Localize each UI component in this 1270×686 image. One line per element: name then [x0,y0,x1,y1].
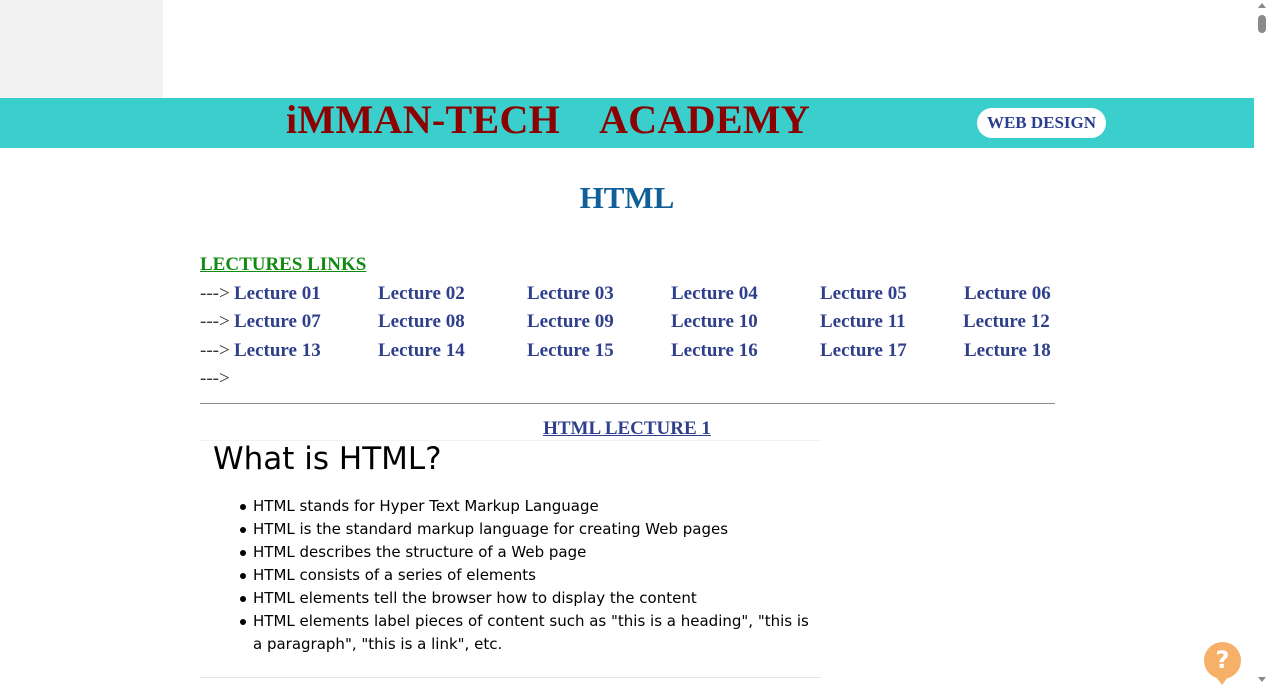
lecture-13-link[interactable]: Lecture 13 [234,338,321,364]
lecture-11-link[interactable]: Lecture 11 [820,309,906,335]
lecture-08-link[interactable]: Lecture 08 [378,309,465,335]
lecture-14-link[interactable]: Lecture 14 [378,338,465,364]
lecture-07-link[interactable]: Lecture 07 [234,309,321,335]
lecture-16-link[interactable]: Lecture 16 [671,338,758,364]
page-title: HTML [579,180,675,215]
list-item: HTML elements label pieces of content su… [240,610,813,656]
lecture-02-link[interactable]: Lecture 02 [378,281,465,307]
vertical-scrollbar[interactable] [1254,0,1270,686]
web-design-button[interactable]: WEB DESIGN [977,108,1106,138]
chevron-down-icon[interactable] [1258,677,1266,682]
list-item: HTML stands for Hyper Text Markup Langua… [240,495,813,518]
lecture-15-link[interactable]: Lecture 15 [527,338,614,364]
list-item: HTML describes the structure of a Web pa… [240,541,813,564]
lecture-content: What is HTML? HTML stands for Hyper Text… [200,440,821,678]
section-divider [200,403,1055,404]
scroll-thumb[interactable] [1258,15,1266,33]
content-title: What is HTML? [213,441,442,477]
lecture-09-link[interactable]: Lecture 09 [527,309,614,335]
chevron-up-icon[interactable] [1258,3,1266,8]
list-item: HTML elements tell the browser how to di… [240,587,813,610]
list-item: HTML is the standard markup language for… [240,518,813,541]
arrow-marker: ---> [200,368,230,389]
arrow-marker: ---> [200,311,230,332]
lecture-18-link[interactable]: Lecture 18 [964,338,1051,364]
bullet-list: HTML stands for Hyper Text Markup Langua… [240,495,813,656]
lecture-row-3: ---> Lecture 13 Lecture 14 Lecture 15 Le… [200,338,1070,364]
site-title: iMMAN-TECH ACADEMY [286,97,811,142]
lecture-row-1: ---> Lecture 01 Lecture 02 Lecture 03 Le… [200,281,1070,307]
top-gray-panel [0,0,163,98]
page: iMMAN-TECH ACADEMY WEB DESIGN HTML LECTU… [0,0,1270,686]
arrow-marker: ---> [200,283,230,304]
list-item: HTML consists of a series of elements [240,564,813,587]
lecture-1-heading[interactable]: HTML LECTURE 1 [0,417,1254,441]
lecture-05-link[interactable]: Lecture 05 [820,281,907,307]
lecture-04-link[interactable]: Lecture 04 [671,281,758,307]
lecture-row-4: ---> [200,366,1070,392]
lecture-17-link[interactable]: Lecture 17 [820,338,907,364]
lecture-01-link[interactable]: Lecture 01 [234,281,321,307]
lectures-links-title[interactable]: LECTURES LINKS [200,253,366,277]
lecture-12-link[interactable]: Lecture 12 [963,309,1050,335]
help-icon[interactable]: ? [1204,642,1241,685]
lecture-row-2: ---> Lecture 07 Lecture 08 Lecture 09 Le… [200,309,1070,335]
lecture-03-link[interactable]: Lecture 03 [527,281,614,307]
lecture-06-link[interactable]: Lecture 06 [964,281,1051,307]
arrow-marker: ---> [200,340,230,361]
lecture-10-link[interactable]: Lecture 10 [671,309,758,335]
